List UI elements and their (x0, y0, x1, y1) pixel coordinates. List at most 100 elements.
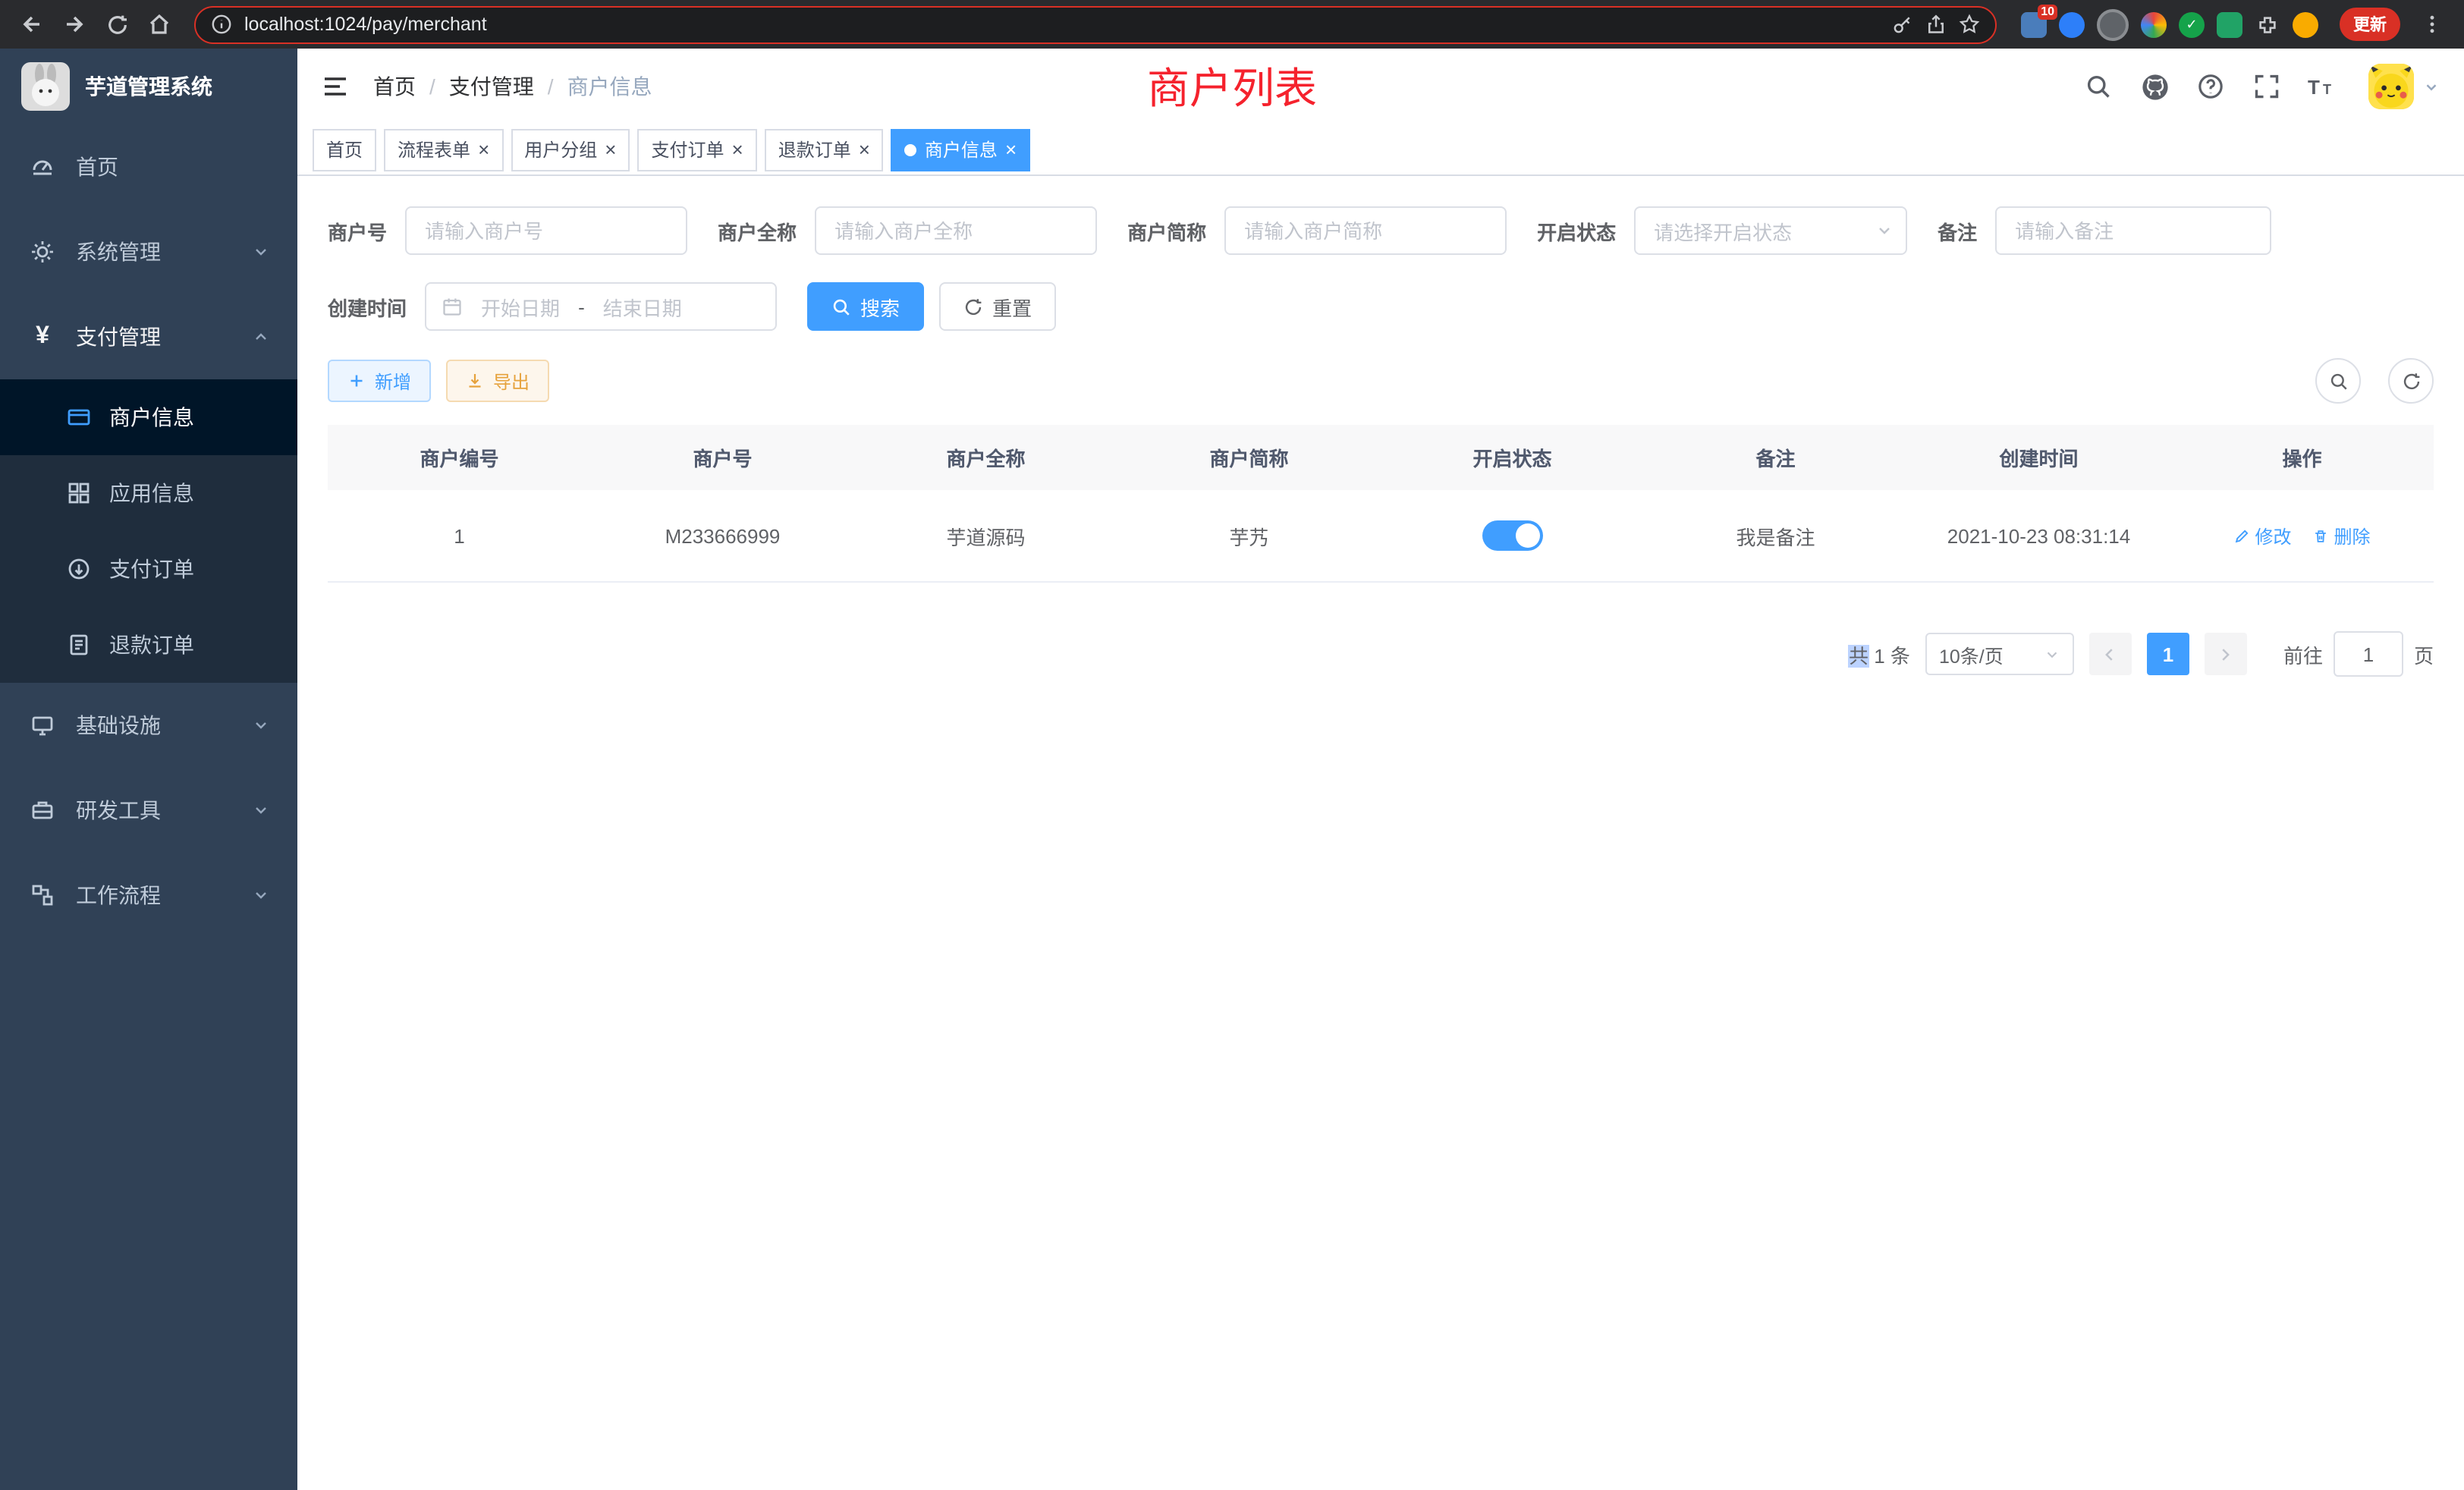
merchant-no-input[interactable] (405, 206, 687, 255)
breadcrumb-current: 商户信息 (567, 71, 652, 102)
goto-page-input[interactable] (2334, 631, 2403, 677)
short-name-input[interactable] (1224, 206, 1507, 255)
github-button[interactable] (2138, 70, 2171, 103)
breadcrumb-separator: / (429, 74, 435, 99)
tab-label: 支付订单 (651, 137, 724, 162)
status-select-placeholder: 请选择开启状态 (1654, 216, 1792, 245)
reload-button[interactable] (100, 8, 134, 41)
breadcrumb-separator: / (548, 74, 554, 99)
sidebar-item-infra[interactable]: 基础设施 (0, 683, 297, 768)
back-button[interactable] (15, 8, 49, 41)
fullscreen-button[interactable] (2250, 70, 2283, 103)
help-button[interactable] (2194, 70, 2227, 103)
dashboard-icon (30, 155, 55, 179)
sidebar-item-workflow[interactable]: 工作流程 (0, 853, 297, 938)
col-merchant-no: 商户号 (591, 425, 854, 490)
date-range-picker[interactable]: 开始日期 - 结束日期 (425, 282, 777, 331)
browser-chrome: localhost:1024/pay/merchant 10 ✓ (0, 0, 2464, 49)
reset-button[interactable]: 重置 (939, 282, 1056, 331)
document-icon (67, 633, 91, 657)
tab-user-group[interactable]: 用户分组 × (511, 128, 630, 171)
profile-avatar-icon[interactable] (2293, 11, 2318, 37)
sidebar-item-home[interactable]: 首页 (0, 124, 297, 209)
extension-icon-3[interactable] (2097, 8, 2129, 40)
share-icon[interactable] (1925, 14, 1947, 35)
add-button[interactable]: 新增 (328, 360, 431, 402)
font-size-icon: TT (2308, 73, 2338, 100)
breadcrumb-pay[interactable]: 支付管理 (449, 71, 534, 102)
extension-icon-5[interactable]: ✓ (2179, 11, 2205, 37)
status-toggle[interactable] (1482, 520, 1543, 551)
extension-icon-4[interactable] (2141, 11, 2167, 37)
next-page-button[interactable] (2205, 633, 2247, 675)
search-button[interactable]: 搜索 (807, 282, 924, 331)
remark-input[interactable] (1995, 206, 2271, 255)
extension-icon-2[interactable] (2059, 11, 2085, 37)
close-icon[interactable]: × (859, 140, 870, 159)
toggle-search-button[interactable] (2315, 358, 2361, 404)
tab-home[interactable]: 首页 (313, 128, 376, 171)
tab-refund-order[interactable]: 退款订单 × (765, 128, 884, 171)
sidebar-toggle-button[interactable] (322, 73, 349, 100)
app-logo[interactable]: 芋道管理系统 (0, 49, 297, 124)
extensions-puzzle-icon[interactable] (2255, 11, 2280, 37)
refresh-table-button[interactable] (2388, 358, 2434, 404)
sidebar-item-dev-tools[interactable]: 研发工具 (0, 768, 297, 853)
bookmark-star-icon[interactable] (1959, 14, 1980, 35)
search-button[interactable] (2082, 70, 2115, 103)
sidebar-item-refund-order[interactable]: 退款订单 (0, 607, 297, 683)
cell-actions: 修改 删除 (2170, 490, 2434, 581)
sidebar-item-system[interactable]: 系统管理 (0, 209, 297, 294)
sidebar-item-pay-order[interactable]: 支付订单 (0, 531, 297, 607)
status-label: 开启状态 (1537, 216, 1616, 245)
page-number-button[interactable]: 1 (2147, 633, 2189, 675)
tab-pay-order[interactable]: 支付订单 × (637, 128, 756, 171)
extension-icon-6[interactable] (2217, 11, 2242, 37)
delete-link-label: 删除 (2334, 523, 2371, 549)
sidebar-item-app-info[interactable]: 应用信息 (0, 455, 297, 531)
site-info-icon[interactable] (211, 14, 232, 35)
search-button-label: 搜索 (860, 292, 900, 321)
font-size-button[interactable]: TT (2306, 70, 2340, 103)
reset-button-label: 重置 (992, 292, 1032, 321)
page-size-select[interactable]: 10条/页 (1925, 633, 2074, 675)
delete-link[interactable]: 删除 (2313, 523, 2371, 549)
date-end-placeholder: 结束日期 (603, 292, 682, 321)
address-bar[interactable]: localhost:1024/pay/merchant (194, 5, 1997, 43)
full-name-label: 商户全称 (718, 216, 797, 245)
logo-image (21, 62, 70, 111)
breadcrumb-home[interactable]: 首页 (373, 71, 416, 102)
user-menu[interactable] (2368, 64, 2440, 109)
prev-page-button[interactable] (2089, 633, 2132, 675)
tab-merchant-info[interactable]: 商户信息 × (891, 128, 1030, 171)
create-time-label: 创建时间 (328, 292, 407, 321)
browser-menu-button[interactable] (2415, 8, 2449, 41)
extension-icon-1[interactable]: 10 (2021, 11, 2047, 37)
close-icon[interactable]: × (605, 140, 616, 159)
chevron-down-icon (2423, 78, 2440, 95)
browser-window: localhost:1024/pay/merchant 10 ✓ (0, 0, 2464, 1490)
password-key-icon[interactable] (1892, 14, 1913, 35)
tab-process-form[interactable]: 流程表单 × (384, 128, 503, 171)
filter-row-2: 创建时间 开始日期 - 结束日期 搜索 重置 (328, 282, 2434, 331)
close-icon[interactable]: × (732, 140, 743, 159)
status-select[interactable]: 请选择开启状态 (1634, 206, 1907, 255)
sidebar-item-pay[interactable]: ¥ 支付管理 (0, 294, 297, 379)
close-icon[interactable]: × (478, 140, 489, 159)
page-jump: 前往 页 (2283, 631, 2434, 677)
export-button[interactable]: 导出 (446, 360, 549, 402)
refresh-icon (963, 297, 983, 316)
extensions-cluster: 10 ✓ (2021, 8, 2318, 40)
col-merchant-id: 商户编号 (328, 425, 591, 490)
top-navbar: 首页 / 支付管理 / 商户信息 商户列表 (297, 49, 2464, 124)
sidebar-item-merchant-info[interactable]: 商户信息 (0, 379, 297, 455)
forward-button[interactable] (58, 8, 91, 41)
chevron-up-icon (252, 328, 270, 346)
home-button[interactable] (143, 8, 176, 41)
full-name-input[interactable] (815, 206, 1097, 255)
close-icon[interactable]: × (1005, 140, 1017, 159)
kebab-menu-icon (2422, 14, 2443, 35)
pencil-icon (2233, 527, 2250, 544)
chrome-update-button[interactable]: 更新 (2340, 8, 2400, 41)
edit-link[interactable]: 修改 (2233, 523, 2291, 549)
